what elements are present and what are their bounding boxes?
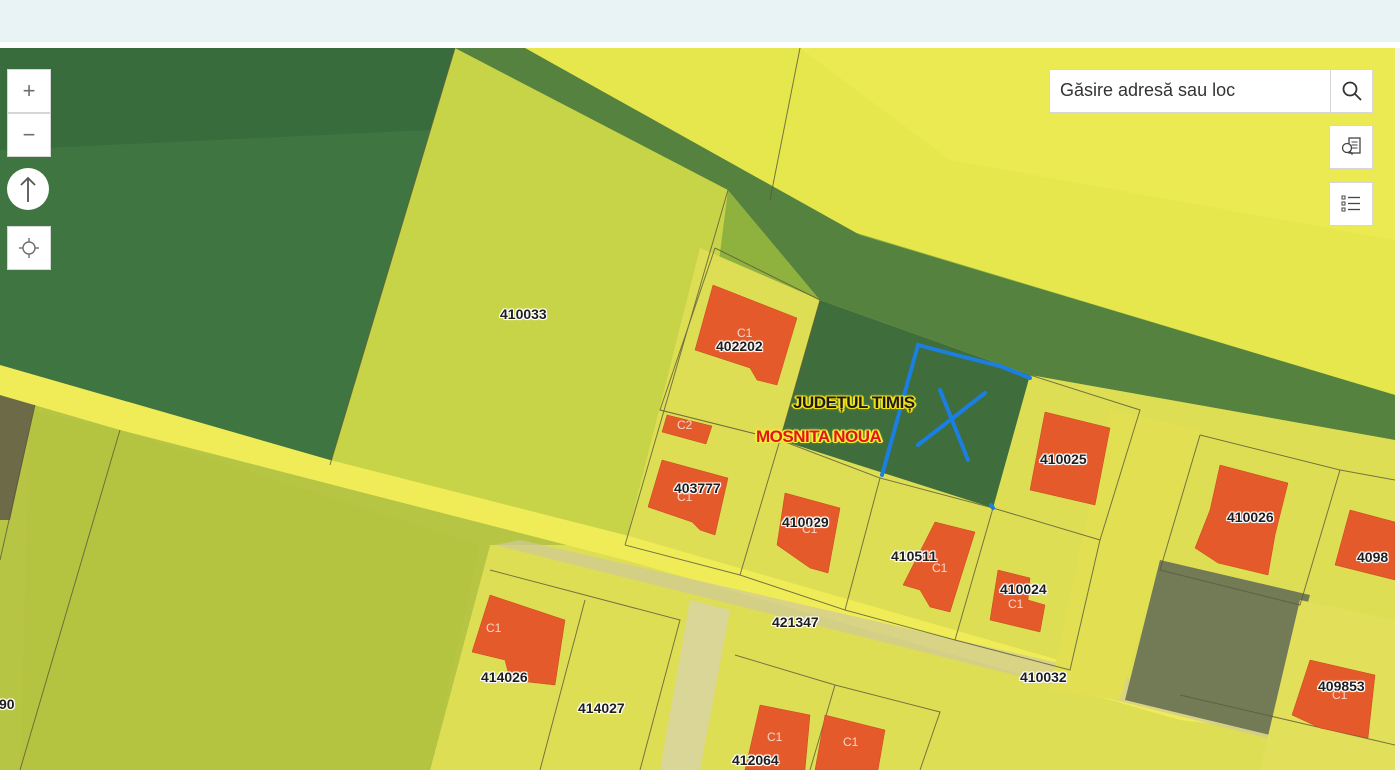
locality-label: MOSNITA NOUA (756, 427, 882, 446)
county-label: JUDEȚUL TIMIȘ (793, 393, 915, 412)
building-label: C1 (677, 490, 693, 504)
parcel-label: 410033 (500, 306, 547, 322)
locate-button[interactable] (7, 226, 51, 270)
minus-icon: − (22, 122, 36, 147)
parcel-label: 421347 (772, 614, 819, 630)
legend-button[interactable] (1329, 182, 1373, 226)
parcel-label: 410511 (891, 548, 937, 564)
list-icon (1341, 195, 1360, 212)
zoom-in-button[interactable]: + (7, 69, 51, 113)
parcel-label: 410032 (1020, 669, 1067, 685)
building-label: C1 (767, 730, 783, 744)
query-tool-button[interactable] (1329, 125, 1373, 169)
zoom-out-button[interactable]: − (7, 113, 51, 157)
plus-icon: + (22, 78, 36, 103)
building-label: C2 (677, 418, 693, 432)
parcel-label: 414026 (481, 669, 528, 685)
search-box (1049, 69, 1373, 113)
building-label: C1 (1332, 688, 1348, 702)
search-input[interactable] (1050, 70, 1331, 110)
north-arrow-icon (20, 176, 36, 202)
search-document-icon (1341, 137, 1361, 155)
building-label: C1 (802, 522, 818, 536)
building-label: C1 (1008, 597, 1024, 611)
building-label: C1 (737, 326, 753, 340)
parcel-label: 90 (0, 696, 15, 712)
search-button[interactable] (1330, 70, 1372, 112)
building-label: C1 (486, 621, 502, 635)
building-label: C1 (932, 561, 948, 575)
parcel-label: 402202 (716, 338, 763, 354)
parcel-label: 414027 (578, 700, 625, 716)
map-view[interactable]: 410033 402202 403777 410029 410511 41002… (0, 48, 1395, 770)
right-scrollbar[interactable] (1395, 48, 1400, 770)
search-icon (1342, 81, 1362, 101)
top-bar (0, 0, 1400, 42)
map-canvas (0, 48, 1395, 770)
parcel-label: 410026 (1227, 509, 1274, 525)
parcel-label: 4098 (1357, 549, 1389, 565)
compass-button[interactable] (7, 168, 49, 210)
parcel-label: 412064 (732, 752, 779, 768)
parcel-label: 410024 (1000, 581, 1047, 597)
building-label: C1 (843, 735, 859, 749)
parcel-label: 410025 (1040, 451, 1087, 467)
crosshair-icon (19, 238, 39, 258)
